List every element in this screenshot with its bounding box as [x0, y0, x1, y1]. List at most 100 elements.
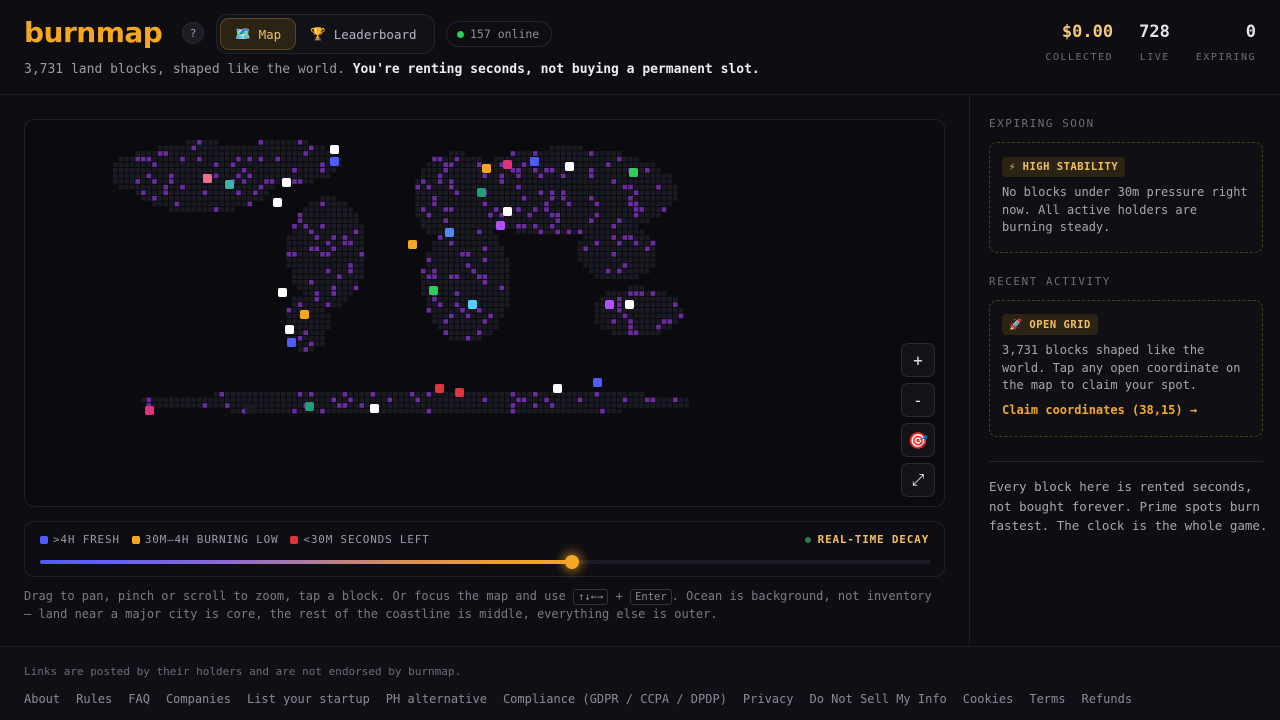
map-block[interactable]	[314, 330, 320, 335]
map-block[interactable]	[135, 151, 140, 156]
map-block[interactable]	[180, 179, 185, 184]
map-block[interactable]	[331, 218, 336, 223]
map-block[interactable]	[146, 196, 152, 201]
map-block[interactable]	[549, 212, 555, 218]
map-block[interactable]	[113, 173, 118, 179]
map-block[interactable]	[482, 408, 488, 414]
map-block[interactable]	[337, 302, 342, 307]
map-block[interactable]	[443, 280, 448, 285]
map-block[interactable]	[314, 151, 320, 156]
map-block[interactable]	[174, 168, 180, 173]
map-block[interactable]	[437, 173, 443, 179]
map-block[interactable]	[432, 263, 437, 268]
map-block[interactable]	[443, 313, 448, 319]
map-block[interactable]	[331, 235, 336, 240]
claimed-block[interactable]	[605, 300, 614, 309]
map-block[interactable]	[477, 296, 482, 302]
map-block[interactable]	[499, 392, 504, 397]
footer-link[interactable]: About	[24, 692, 60, 706]
map-block[interactable]	[426, 302, 432, 307]
map-block[interactable]	[314, 341, 320, 347]
map-block[interactable]	[611, 397, 616, 403]
map-block[interactable]	[465, 268, 471, 274]
map-block[interactable]	[281, 162, 286, 167]
map-block[interactable]	[219, 156, 224, 162]
map-block[interactable]	[309, 302, 314, 307]
map-block[interactable]	[477, 235, 482, 240]
footer-link[interactable]: FAQ	[128, 692, 150, 706]
map-block[interactable]	[269, 184, 275, 190]
map-block[interactable]	[505, 291, 510, 296]
footer-link[interactable]: Rules	[76, 692, 112, 706]
map-block[interactable]	[488, 212, 493, 218]
map-block[interactable]	[219, 201, 224, 207]
map-block[interactable]	[449, 162, 454, 167]
map-block[interactable]	[297, 285, 303, 291]
map-block[interactable]	[129, 156, 135, 162]
map-block[interactable]	[583, 156, 588, 162]
map-block[interactable]	[594, 184, 600, 190]
map-block[interactable]	[309, 173, 314, 179]
map-block[interactable]	[611, 268, 616, 274]
map-block[interactable]	[157, 184, 163, 190]
map-block[interactable]	[611, 274, 616, 279]
map-block[interactable]	[146, 179, 152, 184]
map-block[interactable]	[454, 252, 460, 257]
map-block[interactable]	[505, 218, 510, 223]
map-block[interactable]	[600, 162, 605, 167]
map-block[interactable]	[331, 408, 336, 414]
map-block[interactable]	[611, 330, 616, 335]
map-block[interactable]	[359, 252, 364, 257]
map-block[interactable]	[426, 280, 432, 285]
map-block[interactable]	[639, 252, 644, 257]
map-block[interactable]	[499, 263, 504, 268]
map-block[interactable]	[169, 179, 174, 184]
map-block[interactable]	[275, 403, 280, 408]
map-block[interactable]	[197, 173, 202, 179]
map-block[interactable]	[561, 218, 566, 223]
map-block[interactable]	[633, 162, 639, 167]
map-block[interactable]	[169, 156, 174, 162]
map-block[interactable]	[583, 224, 588, 229]
map-block[interactable]	[667, 173, 672, 179]
map-block[interactable]	[348, 285, 353, 291]
map-block[interactable]	[493, 235, 499, 240]
map-block[interactable]	[650, 403, 656, 408]
map-block[interactable]	[544, 168, 549, 173]
map-block[interactable]	[325, 403, 331, 408]
map-block[interactable]	[566, 218, 572, 223]
map-block[interactable]	[185, 173, 191, 179]
map-block[interactable]	[471, 207, 476, 212]
map-block[interactable]	[628, 196, 633, 201]
map-block[interactable]	[678, 313, 684, 319]
map-block[interactable]	[572, 218, 577, 223]
map-block[interactable]	[650, 263, 656, 268]
map-block[interactable]	[337, 392, 342, 397]
map-block[interactable]	[527, 151, 532, 156]
map-block[interactable]	[437, 296, 443, 302]
map-block[interactable]	[628, 184, 633, 190]
map-block[interactable]	[297, 151, 303, 156]
map-block[interactable]	[561, 224, 566, 229]
map-block[interactable]	[163, 196, 168, 201]
map-block[interactable]	[622, 274, 628, 279]
map-block[interactable]	[577, 156, 583, 162]
map-blocks[interactable]	[113, 140, 689, 414]
map-block[interactable]	[460, 408, 465, 414]
claimed-block[interactable]	[305, 402, 314, 411]
map-block[interactable]	[157, 196, 163, 201]
map-block[interactable]	[208, 201, 213, 207]
map-block[interactable]	[325, 252, 331, 257]
map-block[interactable]	[258, 190, 264, 195]
map-block[interactable]	[432, 408, 437, 414]
map-block[interactable]	[437, 240, 443, 246]
world-map[interactable]: + - 🎯 ⤢	[24, 119, 945, 507]
map-block[interactable]	[589, 190, 594, 195]
map-block[interactable]	[325, 229, 331, 235]
map-block[interactable]	[471, 212, 476, 218]
map-block[interactable]	[583, 252, 588, 257]
map-block[interactable]	[454, 408, 460, 414]
map-block[interactable]	[477, 252, 482, 257]
map-block[interactable]	[281, 156, 286, 162]
map-block[interactable]	[281, 408, 286, 414]
